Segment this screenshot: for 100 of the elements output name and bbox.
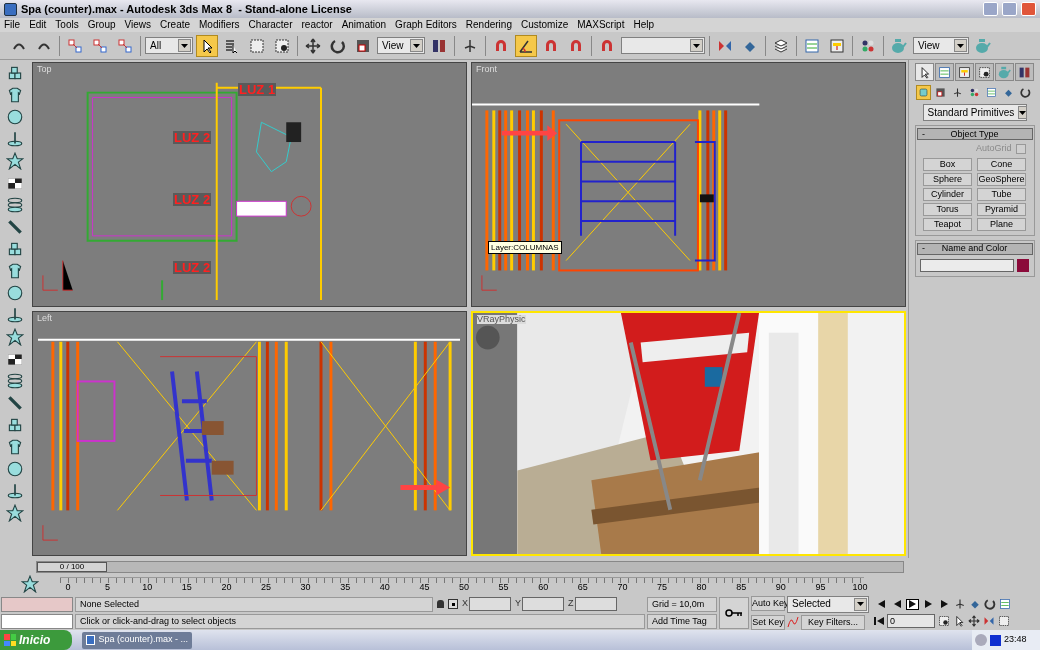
pin-icon[interactable] [6,130,24,148]
close-button[interactable] [1021,2,1036,16]
menu-item[interactable]: File [4,20,21,30]
align-icon [1003,87,1014,98]
taskbar-button[interactable]: Spa (counter).max - ... [82,631,192,649]
primitive-button[interactable]: Sphere [923,172,972,186]
menu-item[interactable]: Views [124,20,151,30]
viewport-label[interactable]: VRayPhysic [477,315,526,324]
viewport[interactable]: VRayPhysic [471,311,906,556]
menu-item[interactable]: Customize [520,20,569,30]
frame-number: 50 [459,583,469,592]
frame-number: 65 [577,583,588,592]
frame-number: 25 [261,583,271,592]
primitive-button[interactable]: Cylinder [923,187,972,201]
name-field[interactable] [920,258,1014,272]
menu-item[interactable]: Graph Editors [395,20,457,30]
panel-tab[interactable] [975,63,994,81]
pivot-icon [431,37,447,54]
viewport[interactable]: Front Layer:COLUMNAS [471,62,906,307]
media-icon[interactable] [990,634,1001,646]
primitive-button[interactable]: Teapot [923,217,972,231]
region-icon [249,37,265,54]
menu-item[interactable]: Create [160,20,191,30]
menu-item[interactable]: MAXScript [577,20,625,30]
curve-icon [938,65,951,79]
move-icon [968,615,980,627]
menu-item[interactable]: Help [633,20,655,30]
frame-number: 35 [340,583,351,592]
script-field[interactable] [1,596,73,612]
primitive-button[interactable]: Box [923,157,972,171]
figure-icon[interactable] [6,152,24,170]
start-button[interactable]: Inicio [0,630,72,650]
color-swatch[interactable] [1017,258,1029,272]
rollout-header[interactable]: - Name and Color [916,242,1033,255]
menu-item[interactable]: Animation [341,20,387,30]
named-icon [599,37,615,54]
dropdown[interactable] [621,37,705,54]
coil-icon[interactable] [6,196,24,214]
coordinate-label: Z [568,597,574,611]
dropdown[interactable]: View [377,37,425,54]
dropdown[interactable]: Selected [787,595,869,613]
frame-number: 90 [775,583,786,592]
time-tag-button[interactable]: Add Time Tag [647,613,717,629]
app-icon [86,635,96,645]
transform-mode-icon[interactable] [448,599,458,609]
primitive-button[interactable]: Torus [923,202,972,216]
menu-item[interactable]: Edit [29,20,47,30]
menu-item[interactable]: Character [248,20,293,30]
manipulate-icon [952,87,963,98]
toolbar-button[interactable] [515,34,537,57]
primitive-button[interactable]: Pyramid [977,202,1026,216]
cubes-icon[interactable] [6,64,24,82]
coordinate-field[interactable] [469,597,511,611]
collapse-sign: - [921,244,926,253]
frame-number: 15 [181,583,192,592]
dropdown[interactable]: All [145,37,193,54]
window-icon [274,37,290,54]
key-mode-icon[interactable] [874,617,884,625]
teapot-icon [975,37,991,54]
rollout-title: Object Type [949,129,1000,139]
rollout-header[interactable]: - Object Type [916,128,1033,140]
menu-item[interactable]: reactor [301,20,333,30]
light-label: LUZ 2 [173,131,212,144]
coordinate-label: X [462,597,468,611]
toolbar-button[interactable] [196,34,218,57]
shirt-icon[interactable] [6,86,24,104]
category-button[interactable] [984,85,999,100]
app-icon [4,2,17,16]
pivot-icon [1018,65,1031,79]
time-slider-thumb[interactable]: 0 / 100 [37,561,107,572]
key-button[interactable] [719,596,749,629]
primitive-button[interactable]: Plane [977,217,1026,231]
coordinate-field[interactable] [574,597,617,611]
unlink-icon [92,37,108,54]
lock-icon[interactable] [437,600,444,608]
primitive-button[interactable]: GeoSphere [977,172,1026,186]
set-key-button[interactable]: Set Key [751,614,785,630]
menu-item[interactable]: Group [87,20,116,30]
playback-icon[interactable] [906,598,919,610]
primitive-button[interactable]: Tube [977,187,1026,201]
tube-icon[interactable] [6,218,24,236]
dropdown[interactable]: Standard Primitives [922,104,1027,121]
mirror-icon [983,615,995,627]
panel-tab[interactable] [915,63,934,81]
panel-tab[interactable] [1015,63,1034,81]
menu-item[interactable]: Tools [55,20,79,30]
select-icon [953,615,965,627]
key-filters-button[interactable]: Key Filters... [801,614,865,630]
menu-item[interactable]: Rendering [465,20,512,30]
snap-icon [493,37,509,54]
menu-item[interactable]: Modifiers [199,20,240,30]
primitive-button[interactable]: Cone [977,157,1026,171]
dropdown[interactable]: View [913,37,969,54]
bind-icon [117,37,133,54]
coordinate-field[interactable] [522,597,565,611]
category-button[interactable] [933,85,948,100]
panel-tab[interactable] [955,63,974,81]
checkbox-label: AutoGrid [975,142,1012,155]
script-field[interactable] [1,613,73,629]
frame-field[interactable]: 0 [887,614,935,628]
